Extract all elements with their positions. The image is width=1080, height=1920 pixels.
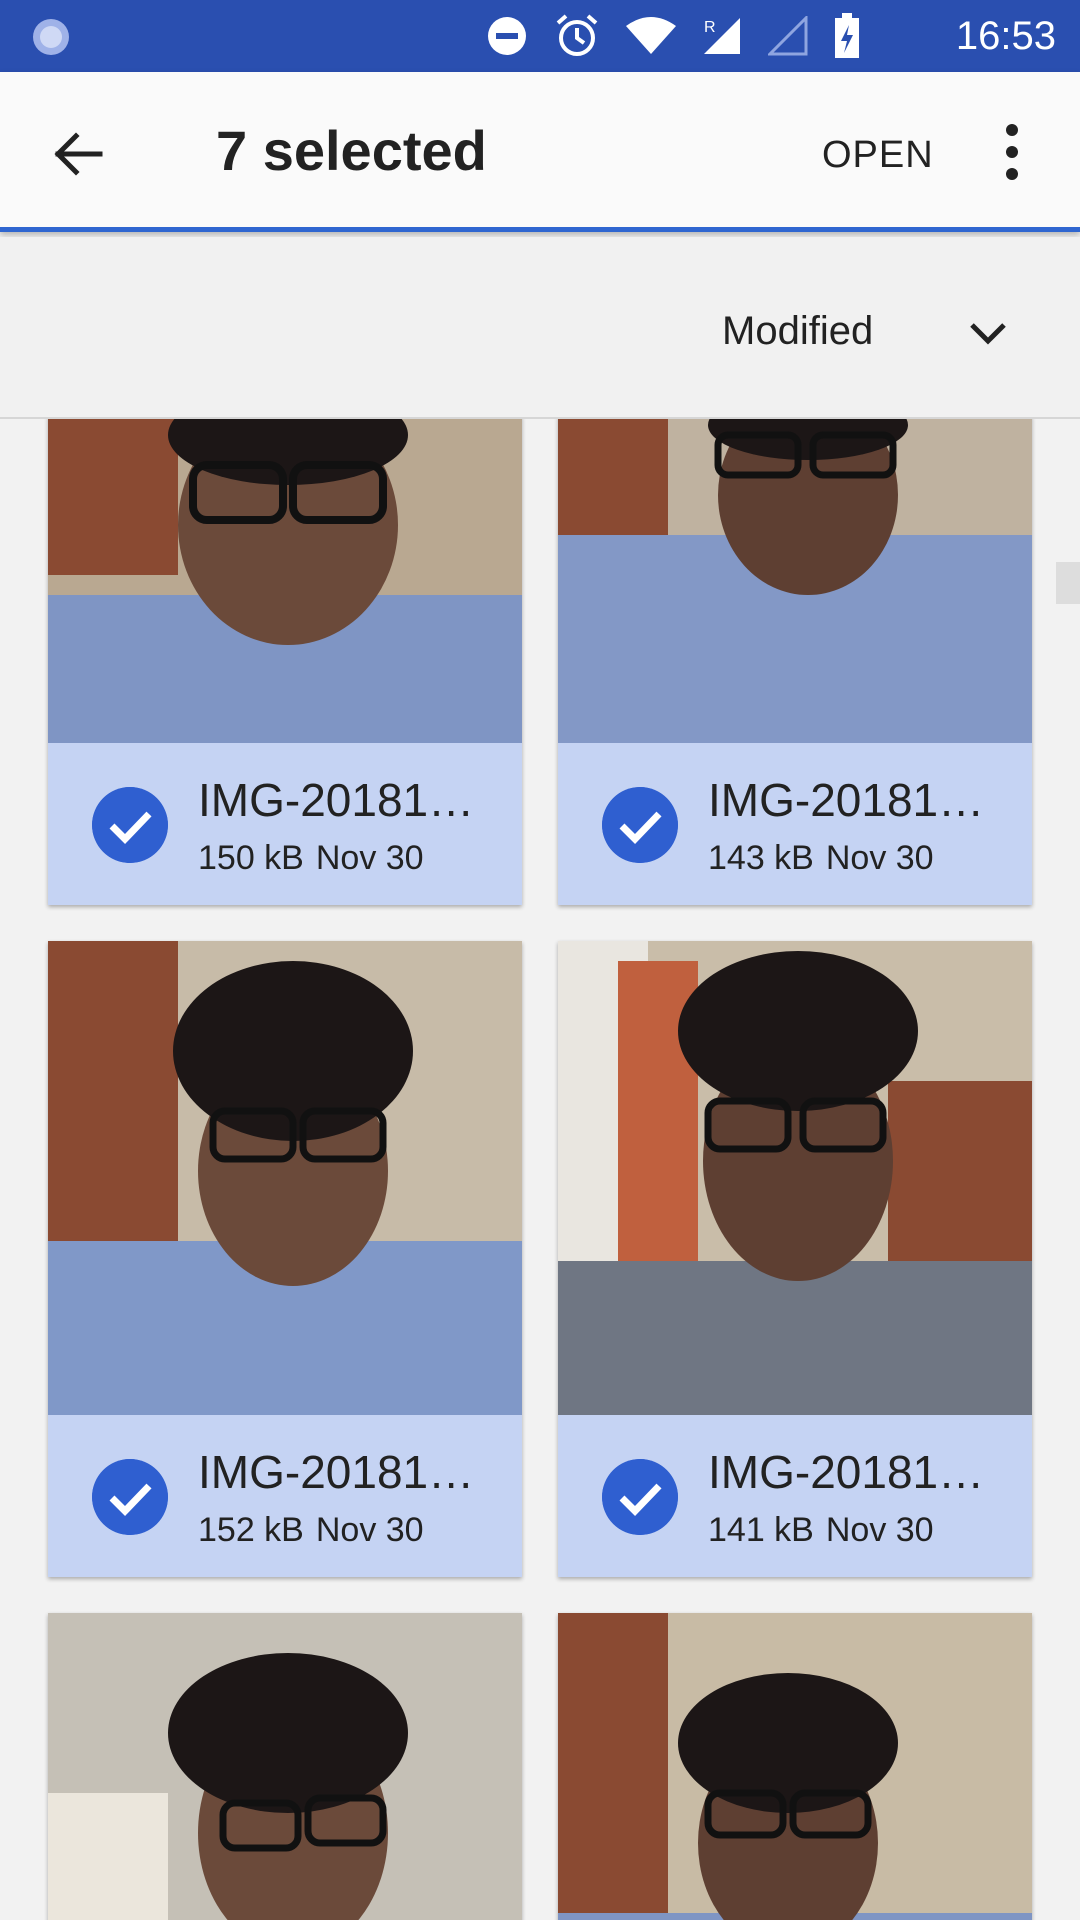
file-details: 141 kB Nov 30: [708, 1511, 934, 1550]
photo-thumbnail: [48, 941, 522, 1415]
file-date: Nov 30: [315, 839, 424, 877]
action-toolbar: 7 selected OPEN: [0, 72, 1080, 232]
file-details: 152 kB Nov 30: [198, 1511, 424, 1550]
sort-bar: Modified: [0, 237, 1080, 419]
svg-text:R: R: [704, 19, 716, 36]
sort-dropdown[interactable]: Modified: [722, 309, 873, 354]
file-name: IMG-20181…: [708, 1446, 985, 1498]
photo-thumbnail: [48, 419, 522, 743]
back-arrow-icon[interactable]: [48, 124, 108, 184]
file-info: IMG-20181… 152 kB Nov 30: [48, 1415, 522, 1577]
chevron-down-icon[interactable]: [966, 311, 1010, 355]
checkmark-icon[interactable]: [92, 1459, 168, 1535]
status-bar: R 16:53: [0, 0, 1080, 72]
file-details: 150 kB Nov 30: [198, 839, 424, 878]
file-info: IMG-20181… 141 kB Nov 30: [558, 1415, 1032, 1577]
file-card[interactable]: IMG-20181… 141 kB Nov 30: [558, 941, 1032, 1577]
file-size: 152 kB: [198, 1511, 304, 1549]
checkmark-icon[interactable]: [602, 1459, 678, 1535]
file-size: 150 kB: [198, 839, 304, 877]
status-time: 16:53: [955, 14, 1056, 58]
signal-empty-icon: [768, 16, 808, 56]
photo-thumbnail: [48, 1613, 522, 1920]
file-info: IMG-20181… 150 kB Nov 30: [48, 743, 522, 905]
do-not-disturb-icon: [488, 17, 526, 55]
file-size: 143 kB: [708, 839, 814, 877]
file-size: 141 kB: [708, 1511, 814, 1549]
selection-count-title: 7 selected: [216, 119, 487, 182]
file-card[interactable]: IMG-20181… 150 kB Nov 30: [48, 419, 522, 905]
file-card[interactable]: IMG-20181… 143 kB Nov 30: [558, 419, 1032, 905]
file-name: IMG-20181…: [198, 774, 475, 826]
file-grid: IMG-20181… 150 kB Nov 30 IMG-20181… 143 k…: [0, 419, 1080, 1920]
file-info: IMG-20181… 143 kB Nov 30: [558, 743, 1032, 905]
file-date: Nov 30: [825, 1511, 934, 1549]
file-card[interactable]: [558, 1613, 1032, 1920]
photo-thumbnail: [558, 419, 1032, 743]
wifi-icon: [626, 17, 676, 54]
file-date: Nov 30: [825, 839, 934, 877]
scrollbar-thumb[interactable]: [1056, 562, 1080, 604]
file-card[interactable]: IMG-20181… 152 kB Nov 30: [48, 941, 522, 1577]
battery-charging-icon: [835, 13, 859, 58]
file-name: IMG-20181…: [708, 774, 985, 826]
checkmark-icon[interactable]: [92, 787, 168, 863]
file-card[interactable]: [48, 1613, 522, 1920]
file-name: IMG-20181…: [198, 1446, 475, 1498]
file-details: 143 kB Nov 30: [708, 839, 934, 878]
file-date: Nov 30: [315, 1511, 424, 1549]
loading-icon: [33, 19, 69, 55]
signal-roaming-icon: R: [704, 18, 740, 54]
more-options-icon[interactable]: [1000, 122, 1024, 182]
open-button[interactable]: OPEN: [822, 134, 934, 177]
checkmark-icon[interactable]: [602, 787, 678, 863]
photo-thumbnail: [558, 941, 1032, 1415]
photo-thumbnail: [558, 1613, 1032, 1920]
alarm-icon: [556, 14, 598, 56]
